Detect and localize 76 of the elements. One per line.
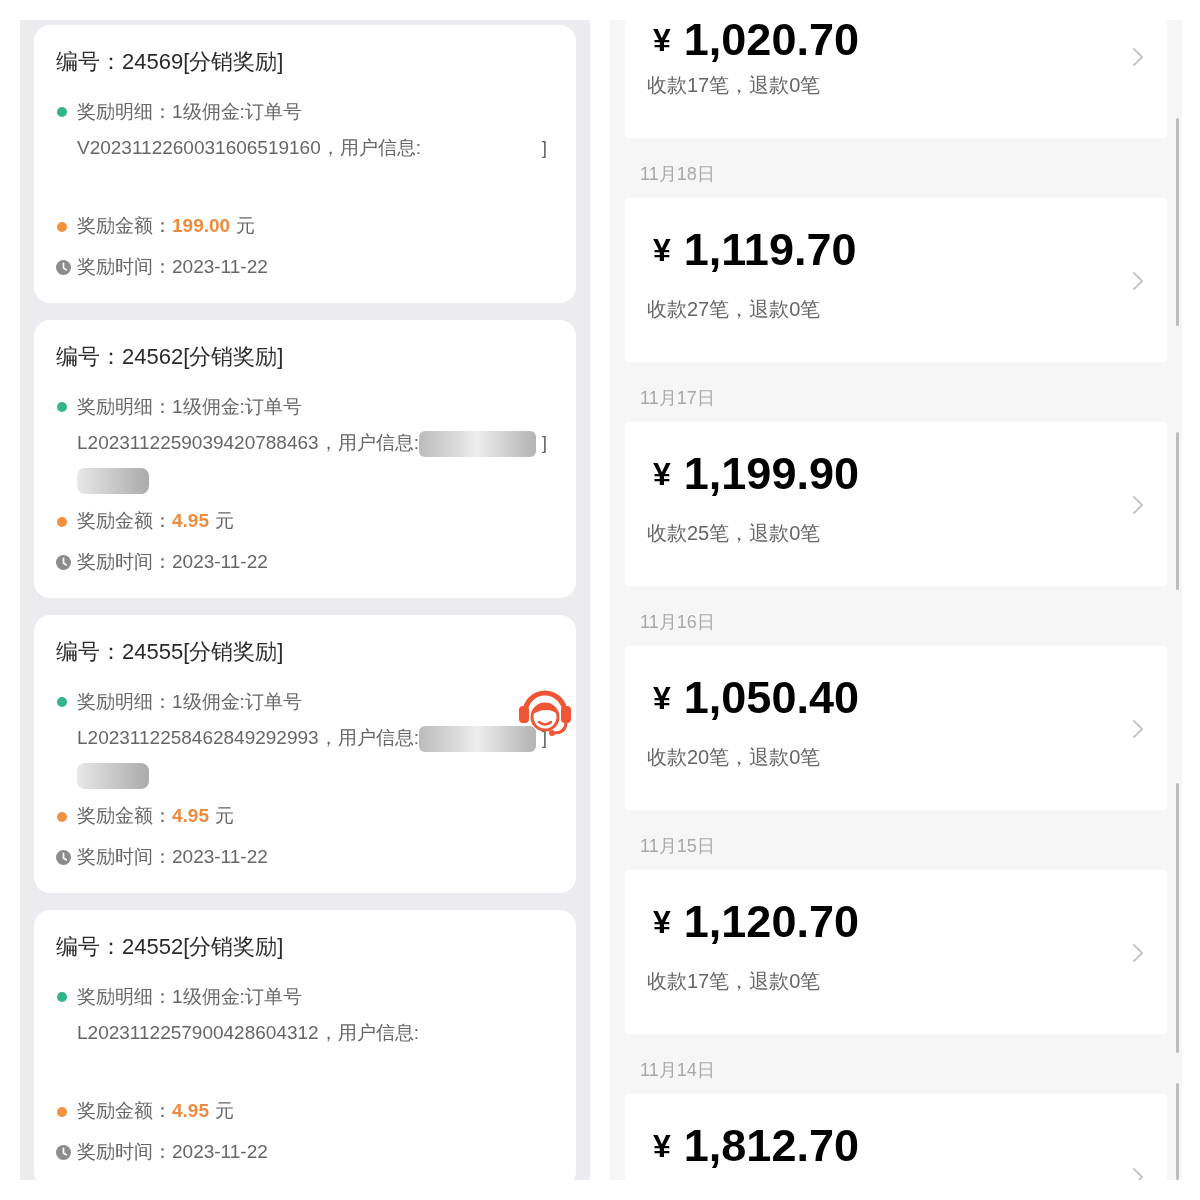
- chevron-right-icon: [1132, 943, 1144, 963]
- currency-unit: 元: [215, 804, 234, 829]
- day-summary-card[interactable]: ¥ 1,020.70 收款17笔，退款0笔: [625, 20, 1167, 138]
- daily-amount: 1,812.70: [683, 1126, 859, 1166]
- order-info: L2023112259039420788463，用户信息:: [77, 431, 419, 456]
- record-title: 编号：24569[分销奖励]: [56, 48, 284, 76]
- daily-summary: 收款17笔，退款0笔: [647, 969, 821, 994]
- currency-symbol: ¥: [653, 455, 671, 494]
- closing-bracket: ]: [541, 136, 547, 161]
- scrollbar-thumb[interactable]: [1176, 1083, 1179, 1180]
- currency-symbol: ¥: [653, 903, 671, 942]
- chevron-right-icon: [1132, 271, 1144, 291]
- reward-detail: 奖励明细：1级佣金:订单号: [77, 984, 302, 1009]
- currency-unit: 元: [236, 214, 256, 239]
- currency-unit: 元: [215, 509, 234, 534]
- reward-detail: 奖励明细：1级佣金:订单号: [77, 99, 302, 124]
- day-summary-card[interactable]: ¥ 1,120.70 收款17笔，退款0笔: [625, 870, 1167, 1034]
- amount-label: 奖励金额：: [77, 214, 172, 239]
- scrollbar-thumb[interactable]: [1176, 118, 1179, 326]
- date-label: 11月17日: [640, 387, 715, 410]
- record-title: 编号：24562[分销奖励]: [56, 343, 284, 371]
- day-summary-card[interactable]: ¥ 1,199.90 收款25笔，退款0笔: [625, 422, 1167, 586]
- order-info: V2023112260031606519160，用户信息:: [77, 136, 421, 161]
- reward-time: 奖励时间：2023-11-22: [77, 1140, 268, 1165]
- daily-amount: 1,120.70: [683, 902, 859, 942]
- daily-summary: 收款20笔，退款0笔: [647, 745, 821, 770]
- reward-detail: 奖励明细：1级佣金:订单号: [77, 394, 302, 419]
- currency-symbol: ¥: [653, 231, 671, 270]
- currency-symbol: ¥: [653, 21, 671, 60]
- reward-amount: 4.95: [172, 804, 209, 829]
- reward-amount: 4.95: [172, 509, 209, 534]
- chevron-right-icon: [1132, 47, 1144, 67]
- date-label: 11月18日: [640, 163, 715, 186]
- amount-label: 奖励金额：: [77, 509, 172, 534]
- record-card[interactable]: 编号：24569[分销奖励] 奖励明细：1级佣金:订单号 V2023112260031606519160，用户信息: ] 奖励金额：199.00 元 奖励时间：2023-11-22: [34, 25, 576, 303]
- record-card[interactable]: 编号：24562[分销奖励] 奖励明细：1级佣金:订单号 L2023112259039420788463，用户信息: ] 奖励金额：4.95 元 奖励时间：2023-11-22: [34, 320, 576, 598]
- date-label: 11月15日: [640, 835, 715, 858]
- day-summary-card[interactable]: ¥ 1,812.70: [625, 1094, 1167, 1180]
- chevron-right-icon: [1132, 495, 1144, 515]
- clock-icon: [56, 260, 71, 275]
- currency-symbol: ¥: [653, 679, 671, 718]
- date-label: 11月14日: [640, 1059, 715, 1082]
- closing-bracket: ]: [541, 431, 547, 456]
- amount-label: 奖励金额：: [77, 804, 172, 829]
- reward-detail: 奖励明细：1级佣金:订单号: [77, 689, 302, 714]
- daily-summary: 收款27笔，退款0笔: [647, 297, 821, 322]
- clock-icon: [56, 850, 71, 865]
- clock-icon: [56, 555, 71, 570]
- reward-time: 奖励时间：2023-11-22: [77, 255, 268, 280]
- reward-time: 奖励时间：2023-11-22: [77, 845, 268, 870]
- day-summary-card[interactable]: ¥ 1,050.40 收款20笔，退款0笔: [625, 646, 1167, 810]
- closing-bracket: ]: [541, 726, 547, 751]
- record-title: 编号：24552[分销奖励]: [56, 933, 284, 961]
- order-info: L2023112258462849292993，用户信息:: [77, 726, 419, 751]
- reward-amount: 4.95: [172, 1099, 209, 1124]
- daily-amount: 1,199.90: [683, 454, 859, 494]
- currency-unit: 元: [215, 1099, 234, 1124]
- clock-icon: [56, 1145, 71, 1160]
- scrollbar-thumb[interactable]: [1176, 432, 1179, 590]
- daily-summary: 收款25笔，退款0笔: [647, 521, 821, 546]
- daily-amount: 1,020.70: [683, 20, 859, 60]
- day-summary-card[interactable]: ¥ 1,119.70 收款27笔，退款0笔: [625, 198, 1167, 362]
- daily-amount: 1,119.70: [683, 230, 857, 270]
- chevron-right-icon: [1132, 719, 1144, 739]
- date-label: 11月16日: [640, 611, 715, 634]
- amount-label: 奖励金额：: [77, 1099, 172, 1124]
- record-card[interactable]: 编号：24555[分销奖励] 奖励明细：1级佣金:订单号 L2023112258462849292993，用户信息: ] 奖励金额：4.95 元 奖励时间：2023-11-22: [34, 615, 576, 893]
- order-info: L2023112257900428604312，用户信息:: [77, 1021, 419, 1046]
- record-card[interactable]: 编号：24552[分销奖励] 奖励明细：1级佣金:订单号 L2023112257900428604312，用户信息: 奖励金额：4.95 元 奖励时间：2023-11-22: [34, 910, 576, 1180]
- reward-amount: 199.00: [172, 214, 231, 239]
- daily-amount: 1,050.40: [683, 678, 859, 718]
- scrollbar-thumb[interactable]: [1176, 783, 1179, 1053]
- currency-symbol: ¥: [653, 1127, 671, 1166]
- daily-summary: 收款17笔，退款0笔: [647, 73, 821, 98]
- reward-time: 奖励时间：2023-11-22: [77, 550, 268, 575]
- record-title: 编号：24555[分销奖励]: [56, 638, 284, 666]
